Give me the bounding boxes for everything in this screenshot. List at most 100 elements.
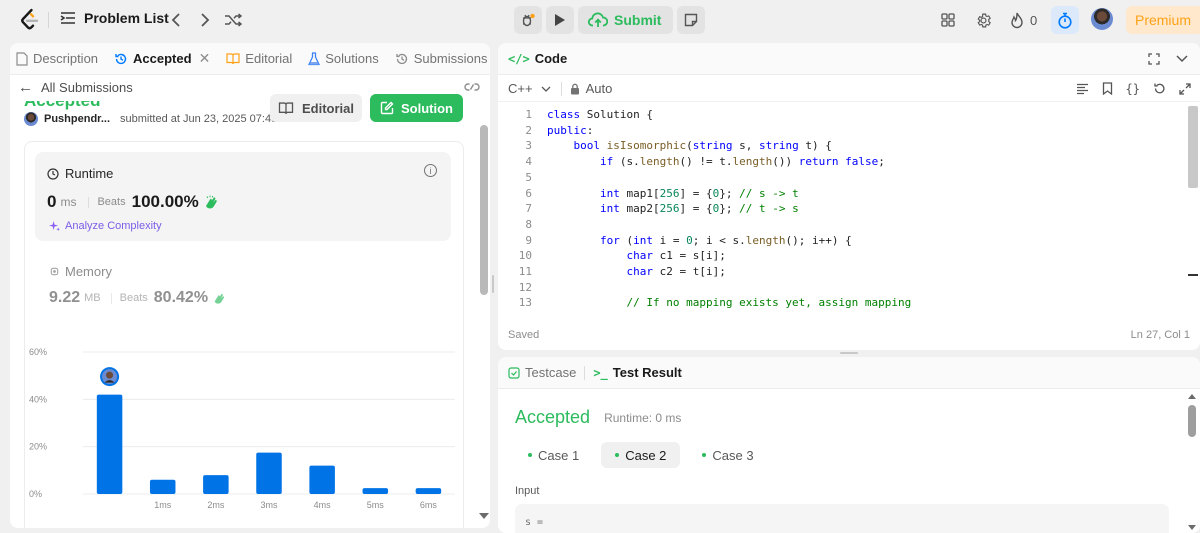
result-runtime: Runtime: 0 ms — [604, 410, 682, 425]
line-number: 10 — [518, 249, 532, 263]
x-tick-label: 3ms — [260, 500, 278, 510]
code-line[interactable]: 4 if (s.length() != t.length()) return f… — [498, 154, 1178, 170]
debug-button[interactable] — [514, 6, 542, 34]
code-line[interactable]: 10 char c1 = s[i]; — [498, 248, 1178, 264]
auto-mode-toggle[interactable]: Auto — [570, 81, 612, 96]
next-problem-icon[interactable] — [195, 10, 215, 30]
code-line[interactable]: 3 bool isIsomorphic(string s, string t) … — [498, 138, 1178, 154]
close-tab-icon[interactable]: ✕ — [199, 50, 211, 67]
code-line[interactable]: 12 — [498, 280, 1178, 296]
checkbox-icon — [508, 366, 520, 379]
clapping-hands-icon — [205, 195, 217, 209]
cursor-position: Ln 27, Col 1 — [1130, 329, 1190, 341]
case-tab-3[interactable]: Case 3 — [688, 442, 767, 468]
run-button[interactable] — [546, 6, 574, 34]
tab-label: Description — [33, 51, 99, 66]
code-area[interactable]: 1 class Solution {2 public: 3 bool isIsomor… — [498, 106, 1200, 314]
line-number: 1 — [525, 108, 532, 121]
tab-test-result[interactable]: >_ Test Result — [585, 357, 690, 389]
tab-label: Test Result — [612, 365, 682, 380]
code-line[interactable]: 6 int map1[256] = {0}; // s -> t — [498, 186, 1178, 202]
horizontal-splitter[interactable] — [840, 352, 858, 354]
problem-list-button[interactable]: Problem List — [60, 10, 169, 26]
submit-button[interactable]: Submit — [578, 6, 674, 34]
reset-icon[interactable] — [1153, 82, 1166, 95]
user-avatar[interactable] — [1091, 8, 1113, 30]
all-submissions-link[interactable]: ← All Submissions — [18, 79, 133, 96]
memory-box[interactable]: Memory 9.22 MB Beats 80.42% — [35, 252, 451, 322]
input-box[interactable]: s = — [515, 504, 1169, 533]
chevron-down-icon[interactable] — [1176, 54, 1188, 63]
author-name[interactable]: Pushpendr... — [44, 113, 110, 125]
premium-button[interactable]: Premium — [1126, 6, 1200, 34]
y-tick-label: 20% — [29, 442, 47, 452]
format-icon[interactable] — [1076, 83, 1089, 95]
tab-solutions[interactable]: Solutions — [300, 43, 386, 75]
editorial-button[interactable]: Editorial — [270, 94, 362, 122]
language-select[interactable]: C++ — [508, 81, 551, 96]
tab-accepted[interactable]: Accepted ✕ — [106, 43, 218, 75]
code-line[interactable]: 11 char c2 = t[i]; — [498, 264, 1178, 280]
braces-icon[interactable]: {} — [1126, 82, 1140, 96]
leetcode-logo-icon[interactable] — [18, 8, 42, 32]
solution-button[interactable]: Solution — [370, 94, 463, 122]
code-line[interactable]: 2 public: — [498, 123, 1178, 139]
analyze-complexity-link[interactable]: Analyze Complexity — [49, 220, 162, 232]
editorial-label: Editorial — [301, 100, 354, 116]
tab-testcase[interactable]: Testcase — [498, 357, 584, 389]
tab-label: Testcase — [525, 365, 577, 380]
divider — [88, 196, 90, 208]
scroll-down-arrow[interactable] — [479, 513, 489, 519]
code-line[interactable]: 1 class Solution { — [498, 107, 1178, 123]
tab-editorial[interactable]: Editorial — [218, 43, 300, 75]
notes-button[interactable] — [677, 6, 706, 34]
fullscreen-icon[interactable] — [1179, 82, 1191, 95]
scroll-down-arrow[interactable] — [1188, 525, 1196, 530]
submitted-time: submitted at Jun 23, 2025 07:48 — [120, 113, 278, 125]
link-icon[interactable] — [464, 81, 480, 93]
runtime-box[interactable]: Runtime i 0 ms Beats 100.00% Analyze Com… — [35, 152, 451, 241]
code-line[interactable]: 5 — [498, 170, 1178, 186]
code-text: char c1 = s[i]; — [626, 249, 726, 263]
info-icon[interactable]: i — [424, 164, 437, 177]
shuffle-icon[interactable] — [223, 10, 243, 30]
tab-label: Submissions — [413, 51, 488, 66]
tab-code[interactable]: </> Code — [498, 43, 575, 75]
settings-button[interactable] — [975, 6, 992, 34]
author-avatar[interactable] — [24, 112, 38, 126]
divider — [110, 292, 112, 304]
y-tick-label: 40% — [29, 394, 47, 404]
tab-submissions[interactable]: Submissions — [387, 43, 490, 75]
code-line[interactable]: 13 // If no mapping exists yet, assign m… — [498, 295, 1178, 311]
code-line[interactable]: 7 int map2[256] = {0}; // t -> s — [498, 201, 1178, 217]
bookmark-icon[interactable] — [1102, 82, 1113, 95]
line-number: 13 — [518, 296, 532, 310]
runtime-title: Runtime — [65, 166, 114, 181]
runtime-distribution-chart[interactable]: 0% 20% 40% 60% 1ms 2ms 3ms 4ms 5ms 6ms — [25, 342, 465, 528]
left-scrollbar[interactable] — [480, 125, 488, 295]
case-tab-1[interactable]: Case 1 — [514, 442, 593, 468]
vertical-splitter[interactable] — [492, 275, 494, 293]
timer-button[interactable] — [1051, 6, 1079, 34]
code-scrollbar[interactable] — [1188, 106, 1198, 188]
code-text: int map2[256] = {0}; // t -> s — [599, 202, 799, 216]
prev-problem-icon[interactable] — [166, 10, 186, 30]
memory-beats-label: Beats — [119, 292, 148, 304]
cloud-upload-icon — [588, 12, 608, 27]
runtime-beats-label: Beats — [97, 196, 126, 208]
scroll-up-arrow[interactable] — [1188, 394, 1196, 399]
chart-bar — [362, 488, 389, 494]
code-line[interactable]: 8 — [498, 217, 1178, 233]
memory-value-row: 9.22 MB Beats 80.42% — [49, 289, 226, 307]
streak-counter[interactable]: 0 — [1010, 6, 1037, 34]
maximize-icon[interactable] — [1148, 52, 1160, 65]
divider — [48, 12, 49, 28]
code-text: bool isIsomorphic(string s, string t) { — [573, 139, 832, 153]
test-scrollbar[interactable] — [1188, 405, 1196, 437]
code-header: </> Code — [498, 43, 1200, 75]
layout-button[interactable] — [940, 6, 956, 34]
code-line[interactable]: 9 for (int i = 0; i < s.length(); i++) { — [498, 233, 1178, 249]
tab-description[interactable]: Description — [10, 43, 106, 75]
case-tab-2[interactable]: Case 2 — [601, 442, 681, 468]
history-icon — [396, 53, 407, 64]
